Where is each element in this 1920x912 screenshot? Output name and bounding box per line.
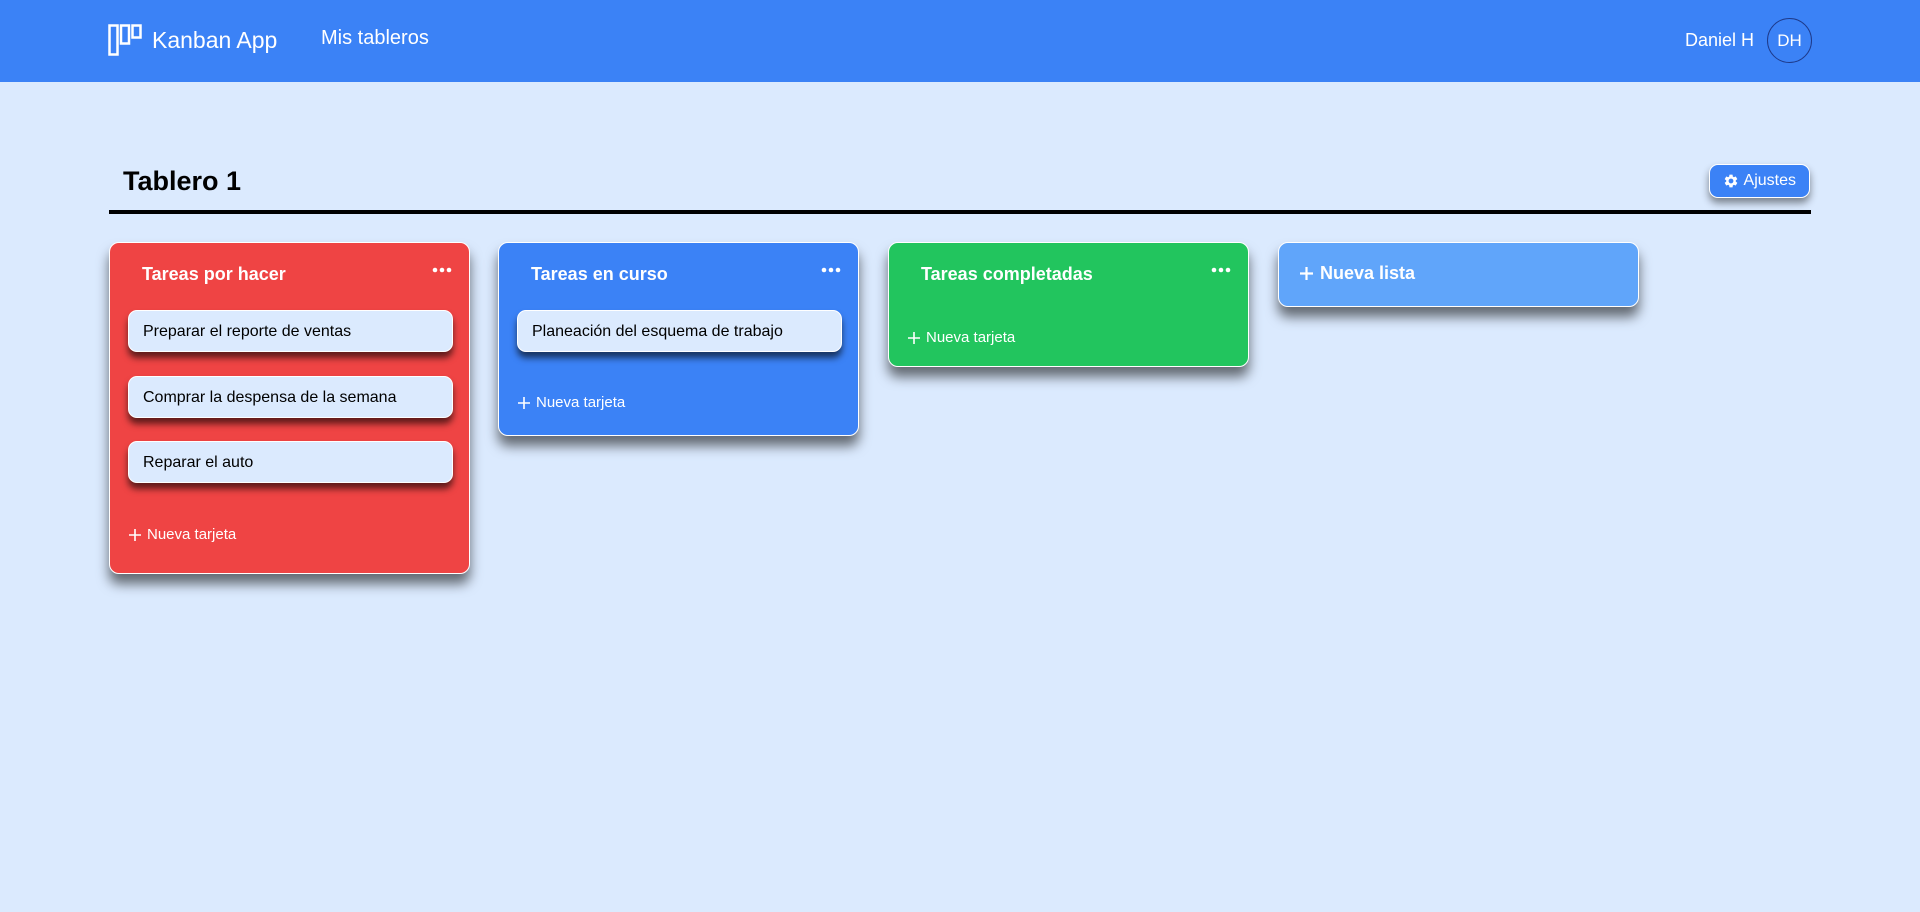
new-list-button[interactable]: Nueva lista — [1278, 242, 1639, 307]
add-card-button[interactable]: Nueva tarjeta — [128, 526, 236, 543]
more-options-icon[interactable] — [1210, 263, 1232, 277]
brand-link[interactable]: Kanban App — [108, 22, 277, 58]
plus-icon — [518, 396, 530, 409]
avatar-initials: DH — [1777, 30, 1802, 50]
add-card-label: Nueva tarjeta — [536, 394, 626, 411]
add-card-button[interactable]: Nueva tarjeta — [517, 394, 625, 411]
user-avatar[interactable]: DH — [1767, 18, 1812, 63]
board-header: Tablero 1 Ajustes — [109, 162, 1811, 214]
plus-icon — [129, 528, 141, 541]
plus-icon — [1300, 267, 1313, 280]
card[interactable]: Planeación del esquema de trabajo — [517, 310, 842, 352]
card[interactable]: Preparar el reporte de ventas — [128, 310, 453, 352]
gear-icon — [1724, 174, 1737, 188]
card[interactable]: Comprar la despensa de la semana — [128, 376, 453, 418]
board-title: Tablero 1 — [123, 166, 242, 196]
list-title: Tareas en curso — [531, 264, 668, 284]
add-card-button[interactable]: Nueva tarjeta — [907, 329, 1015, 346]
list-title: Tareas por hacer — [142, 264, 286, 284]
list-todo: Tareas por hacer Preparar el reporte de … — [109, 242, 470, 574]
list-in-progress: Tareas en curso Planeación del esquema d… — [498, 242, 859, 436]
kanban-logo-icon — [108, 24, 142, 56]
card[interactable]: Reparar el auto — [128, 441, 453, 483]
add-card-label: Nueva tarjeta — [147, 526, 237, 543]
plus-icon — [908, 331, 920, 344]
add-card-label: Nueva tarjeta — [926, 329, 1016, 346]
list-title: Tareas completadas — [921, 264, 1093, 284]
new-list-label: Nueva lista — [1320, 263, 1416, 283]
nav-link-my-boards[interactable]: Mis tableros — [321, 27, 429, 50]
settings-button[interactable]: Ajustes — [1708, 164, 1810, 198]
user-name: Daniel H — [1684, 30, 1754, 50]
brand-name: Kanban App — [152, 26, 278, 53]
more-options-icon[interactable] — [820, 263, 842, 277]
top-navbar: Kanban App Mis tableros Daniel H DH — [0, 0, 1920, 82]
list-done: Tareas completadas Nueva tarjeta — [888, 242, 1249, 367]
new-list-label-wrap: Nueva lista — [1299, 263, 1415, 284]
more-options-icon[interactable] — [431, 263, 453, 277]
settings-button-label: Ajustes — [1743, 172, 1796, 189]
